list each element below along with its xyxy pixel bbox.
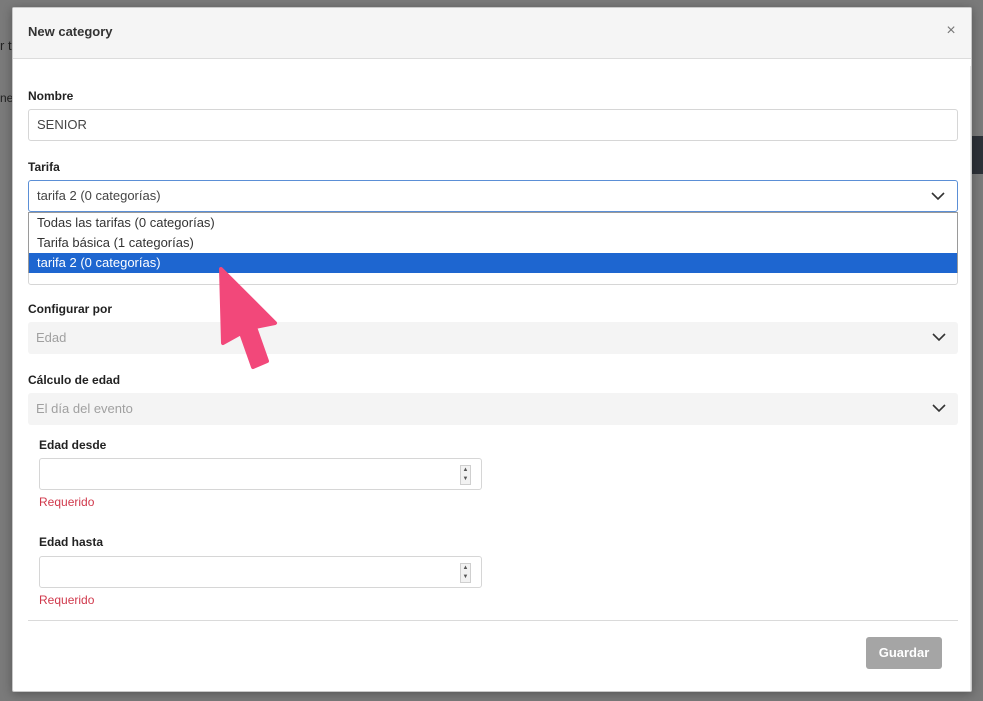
nombre-label: Nombre <box>28 89 74 103</box>
pointer-arrow-icon <box>219 267 277 369</box>
tarifa-selected-value: tarifa 2 (0 categorías) <box>37 188 161 203</box>
modal-header: New category × <box>13 8 971 59</box>
configurar-por-select: Edad <box>28 322 958 354</box>
modal-title: New category <box>28 24 113 39</box>
tarifa-option-selected[interactable]: tarifa 2 (0 categorías) <box>29 253 957 273</box>
edad-hasta-label: Edad hasta <box>39 535 104 549</box>
calculo-edad-label: Cálculo de edad <box>28 373 121 387</box>
number-spinner-icon[interactable]: ▲ ▼ <box>460 563 471 583</box>
configurar-por-label: Configurar por <box>28 302 112 316</box>
number-spinner-icon[interactable]: ▲ ▼ <box>460 465 471 485</box>
nombre-input[interactable]: SENIOR <box>28 109 958 141</box>
close-icon[interactable]: × <box>943 22 959 40</box>
edad-desde-input[interactable]: ▲ ▼ <box>39 458 482 490</box>
edad-hasta-error: Requerido <box>39 593 95 607</box>
backdrop-dark-strip <box>971 136 983 174</box>
tarifa-dropdown-list: Todas las tarifas (0 categorías) Tarifa … <box>28 212 958 273</box>
calculo-edad-select: El día del evento <box>28 393 958 425</box>
edad-hasta-input[interactable]: ▲ ▼ <box>39 556 482 588</box>
edad-desde-label: Edad desde <box>39 438 107 452</box>
save-button[interactable]: Guardar <box>866 637 942 669</box>
chevron-down-icon <box>932 333 946 342</box>
new-category-modal: New category × Nombre SENIOR Tarifa tari… <box>12 7 972 692</box>
tarifa-select[interactable]: tarifa 2 (0 categorías) <box>28 180 958 212</box>
chevron-down-icon <box>931 192 945 201</box>
backdrop-text-1: r t <box>0 38 12 53</box>
footer-divider <box>28 620 958 621</box>
chevron-down-icon <box>932 404 946 413</box>
edad-desde-error: Requerido <box>39 495 95 509</box>
tarifa-option[interactable]: Todas las tarifas (0 categorías) <box>29 213 957 233</box>
tarifa-label: Tarifa <box>28 160 60 174</box>
tarifa-option[interactable]: Tarifa básica (1 categorías) <box>29 233 957 253</box>
configurar-por-value: Edad <box>36 330 67 345</box>
modal-scroll-edge <box>970 66 971 690</box>
calculo-edad-value: El día del evento <box>36 401 133 416</box>
